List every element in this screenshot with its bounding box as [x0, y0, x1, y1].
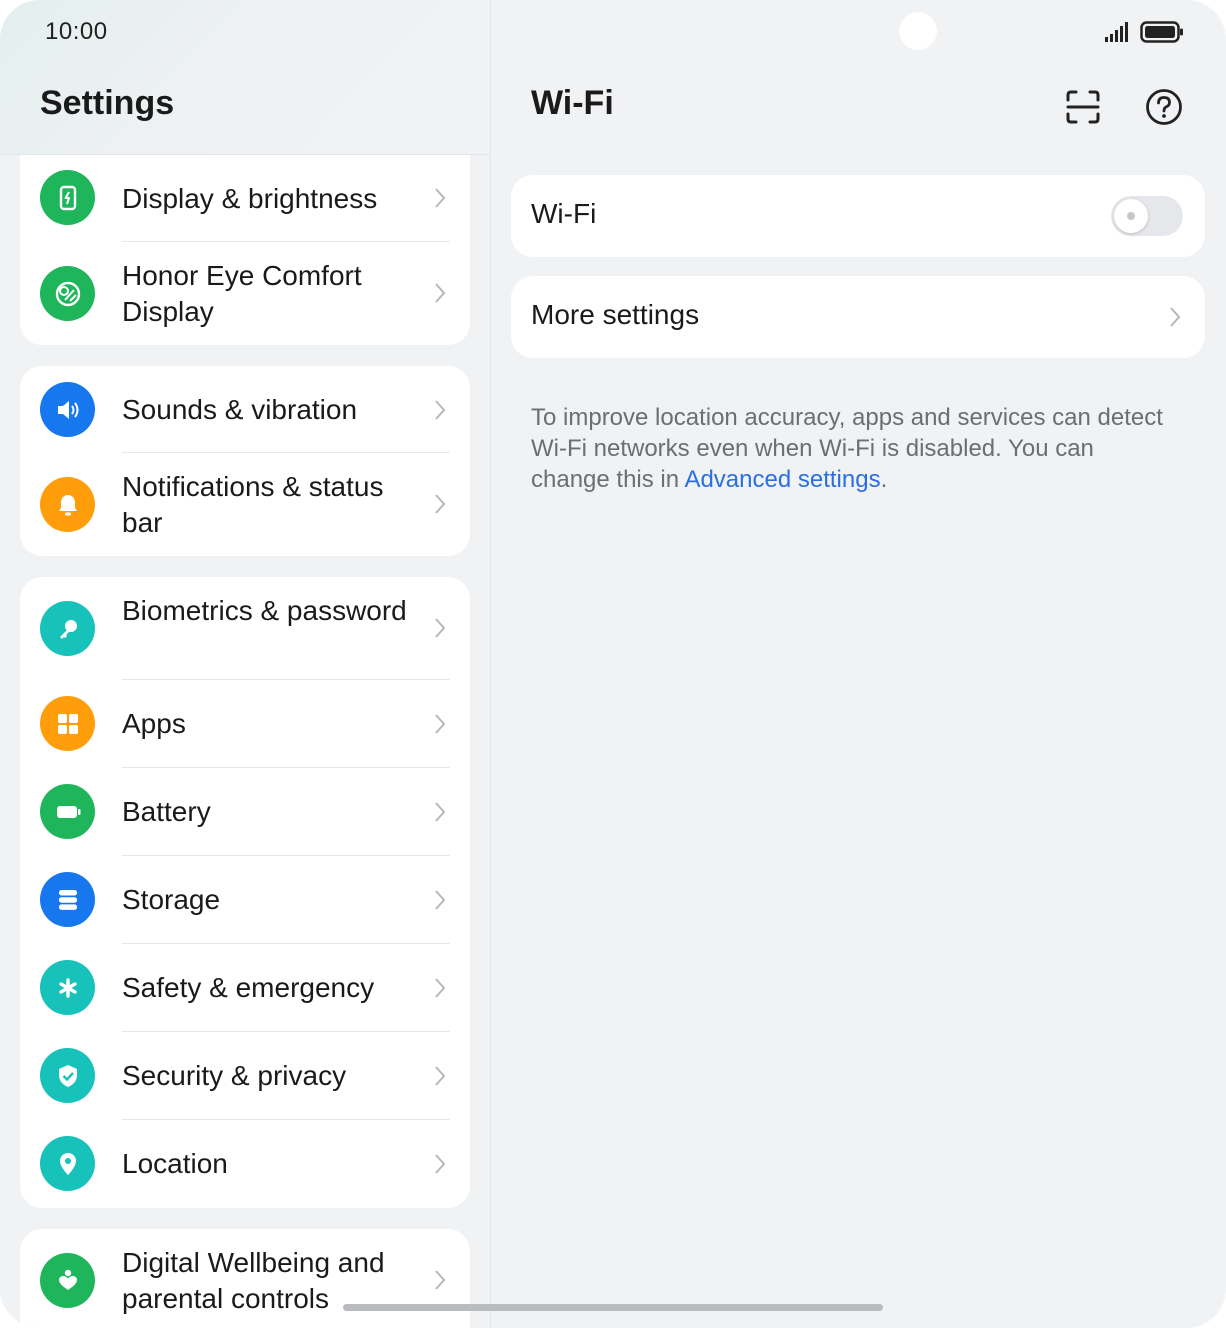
settings-item-safety[interactable]: Safety & emergency: [20, 944, 470, 1032]
chevron-right-icon: [1170, 307, 1181, 327]
help-icon: [1146, 89, 1182, 125]
chevron-right-icon: [435, 400, 446, 420]
scan-icon: [1066, 90, 1100, 124]
more-settings-row[interactable]: More settings: [511, 276, 1205, 358]
shield-icon: [40, 1048, 95, 1103]
home-indicator[interactable]: [343, 1304, 883, 1311]
settings-item-security[interactable]: Security & privacy: [20, 1032, 470, 1120]
settings-item-label: Storage: [122, 884, 221, 915]
wifi-scanning-note: To improve location accuracy, apps and s…: [531, 402, 1171, 495]
note-end: .: [880, 466, 888, 493]
speaker-icon: [40, 382, 95, 437]
settings-item-location[interactable]: Location: [20, 1120, 470, 1208]
more-settings-label: More settings: [531, 299, 700, 330]
settings-group-system: Biometrics & password Apps Battery Stora…: [20, 577, 470, 1208]
chevron-right-icon: [435, 802, 446, 822]
wifi-toggle[interactable]: [1111, 196, 1183, 236]
settings-header: 10:00 Settings: [0, 0, 490, 155]
advanced-settings-link[interactable]: Advanced settings: [684, 466, 880, 493]
key-icon: [40, 601, 95, 656]
settings-group-sound: Sounds & vibration Notifications & statu…: [20, 366, 470, 556]
chevron-right-icon: [435, 188, 446, 208]
settings-item-label: Battery: [122, 796, 211, 827]
chevron-right-icon: [435, 890, 446, 910]
wellbeing-icon: [40, 1253, 95, 1308]
eye-comfort-icon: [40, 266, 95, 321]
wifi-toggle-row[interactable]: Wi-Fi: [511, 175, 1205, 257]
settings-item-label: Apps: [122, 708, 186, 739]
display-brightness-icon: [40, 170, 95, 225]
settings-item-label: Sounds & vibration: [122, 394, 358, 425]
settings-item-battery[interactable]: Battery: [20, 768, 470, 856]
chevron-right-icon: [435, 494, 446, 514]
settings-item-label: Biometrics & password: [122, 595, 407, 626]
status-time: 10:00: [45, 18, 108, 45]
settings-item-label: Display & brightness: [122, 183, 378, 214]
status-icons: [1104, 20, 1184, 44]
settings-group-display: Display & brightness Honor Eye Comfort D…: [20, 135, 470, 345]
settings-item-sounds[interactable]: Sounds & vibration: [20, 366, 470, 453]
settings-item-apps[interactable]: Apps: [20, 680, 470, 768]
settings-item-label: Security & privacy: [122, 1060, 347, 1091]
battery-icon: [1140, 21, 1183, 43]
chevron-right-icon: [435, 978, 446, 998]
signal-icon: [1105, 22, 1128, 42]
bell-icon: [40, 477, 95, 532]
help-button[interactable]: [1144, 87, 1184, 127]
settings-item-storage[interactable]: Storage: [20, 856, 470, 944]
page-title: Wi-Fi: [531, 84, 614, 122]
settings-item-label: Honor Eye Comfort Display: [122, 260, 362, 327]
toggle-knob: [1114, 199, 1148, 233]
chevron-right-icon: [435, 618, 446, 638]
apps-grid-icon: [40, 696, 95, 751]
settings-item-label: Notifications & status bar: [122, 471, 384, 538]
settings-item-label: Location: [122, 1148, 228, 1179]
page-title: Settings: [40, 84, 175, 122]
settings-item-biometrics[interactable]: Biometrics & password: [20, 577, 470, 680]
scan-button[interactable]: [1063, 87, 1103, 127]
asterisk-icon: [40, 960, 95, 1015]
settings-item-eye-comfort[interactable]: Honor Eye Comfort Display: [20, 242, 470, 345]
settings-pane: 10:00 Settings Display & brightness Hono…: [0, 0, 490, 1328]
settings-item-notifications[interactable]: Notifications & status bar: [20, 453, 470, 556]
device-screen: 10:00 Settings Display & brightness Hono…: [0, 0, 1226, 1328]
chevron-right-icon: [435, 283, 446, 303]
chevron-right-icon: [435, 1154, 446, 1174]
chevron-right-icon: [435, 714, 446, 734]
chevron-right-icon: [435, 1066, 446, 1086]
location-pin-icon: [40, 1136, 95, 1191]
settings-item-wellbeing[interactable]: Digital Wellbeing and parental controls: [20, 1229, 470, 1328]
settings-item-label: Safety & emergency: [122, 972, 375, 1003]
camera-cutout: [899, 12, 937, 50]
wifi-pane: Wi-Fi Wi-Fi More settings To improve loc…: [491, 0, 1226, 1328]
battery-item-icon: [40, 784, 95, 839]
storage-icon: [40, 872, 95, 927]
wifi-label: Wi-Fi: [531, 198, 597, 229]
chevron-right-icon: [435, 1270, 446, 1290]
settings-group-wellbeing: Digital Wellbeing and parental controls: [20, 1229, 470, 1328]
